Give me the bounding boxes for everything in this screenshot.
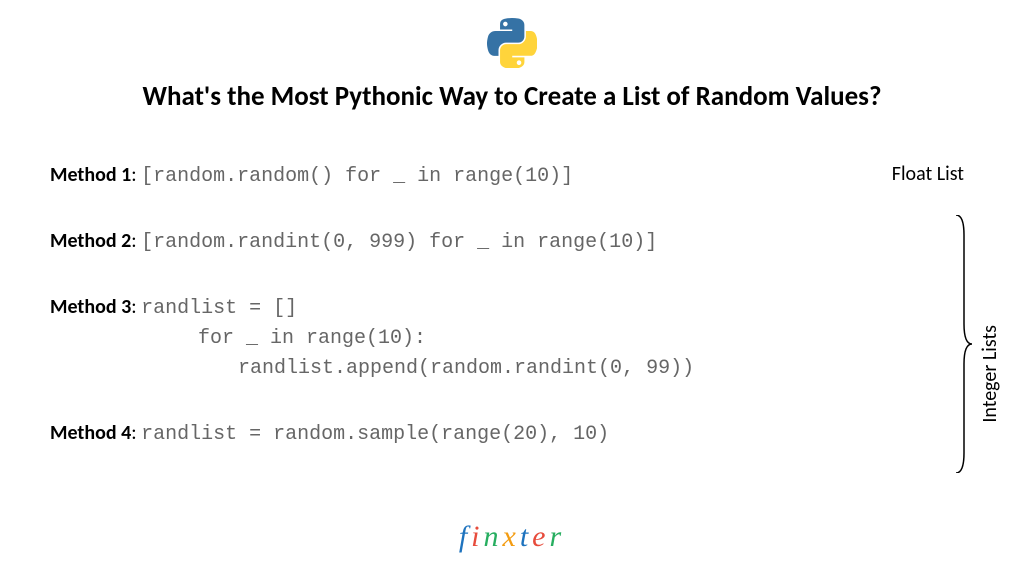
method-label: Method 1: [50, 163, 131, 187]
float-list-annotation: Float List: [892, 162, 964, 186]
python-logo-icon: [487, 18, 537, 68]
colon: :: [131, 421, 141, 445]
method-label: Method 4: [50, 421, 131, 445]
method-label: Method 3: [50, 295, 131, 319]
methods-list: Method 1: [random.random() for _ in rang…: [50, 160, 974, 484]
colon: :: [131, 163, 141, 187]
logo-letter: x: [503, 520, 520, 553]
colon: :: [131, 229, 141, 253]
method-label: Method 2: [50, 229, 131, 253]
code-line-1: randlist = []: [141, 297, 297, 320]
code-snippet: [random.random() for _ in range(10)]: [141, 165, 573, 188]
logo-letter: t: [520, 520, 532, 553]
logo-letter: r: [550, 520, 566, 553]
page-title: What's the Most Pythonic Way to Create a…: [143, 80, 882, 113]
method-1: Method 1: [random.random() for _ in rang…: [50, 160, 974, 192]
method-3: Method 3: randlist = [] for _ in range(1…: [50, 292, 974, 384]
code-snippet: randlist = random.sample(range(20), 10): [141, 423, 609, 446]
logo-letter: n: [484, 520, 503, 553]
code-line-3: randlist.append(random.randint(0, 99)): [50, 354, 974, 384]
logo-letter: i: [471, 520, 483, 553]
method-2: Method 2: [random.randint(0, 999) for _ …: [50, 226, 974, 258]
curly-brace-icon: [954, 215, 974, 473]
finxter-logo: finxter: [459, 520, 565, 554]
logo-letter: e: [532, 520, 549, 553]
logo-letter: f: [459, 520, 471, 553]
colon: :: [131, 295, 141, 319]
integer-lists-annotation: Integer Lists: [978, 325, 1002, 423]
code-line-2: for _ in range(10):: [50, 324, 974, 354]
method-4: Method 4: randlist = random.sample(range…: [50, 418, 974, 450]
code-snippet: [random.randint(0, 999) for _ in range(1…: [141, 231, 657, 254]
